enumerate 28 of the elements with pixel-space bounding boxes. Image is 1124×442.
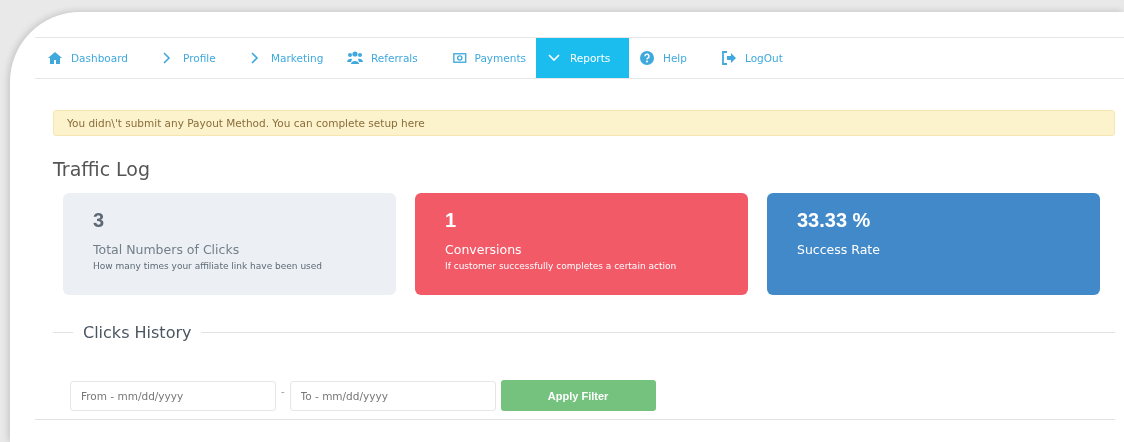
stat-label: Total Numbers of Clicks	[93, 242, 241, 257]
stat-value: 3	[93, 209, 106, 232]
question-circle-icon	[639, 50, 655, 66]
from-date-field[interactable]: From - mm/dd/yyyy	[70, 380, 276, 411]
section-title: Clicks History	[83, 323, 192, 342]
stat-value: 1	[445, 209, 458, 232]
to-date-field[interactable]: To - mm/dd/yyyy	[289, 380, 496, 411]
stat-label: Conversions	[445, 242, 523, 257]
banknote-icon	[453, 50, 467, 66]
users-icon	[347, 50, 363, 66]
home-icon	[47, 50, 63, 66]
nav-tab[interactable]: Dashboard	[37, 38, 149, 78]
apply-filter-button[interactable]: Apply Filter	[500, 380, 656, 411]
sign-out-icon	[721, 50, 737, 66]
stat-description: How many times your affiliate link have been used	[93, 261, 324, 271]
nav-tab[interactable]: Marketing	[237, 38, 337, 78]
nav-tab[interactable]: Payments	[443, 38, 536, 78]
nav-tab[interactable]: Reports	[536, 38, 629, 78]
stat-value: 33.33 %	[797, 209, 872, 232]
stat-label: Success Rate	[797, 242, 881, 257]
nav-tab[interactable]: Help	[629, 38, 711, 78]
page-title: Traffic Log	[53, 158, 152, 180]
separator: -	[281, 386, 285, 397]
nav-tab[interactable]: LogOut	[711, 38, 801, 78]
nav-tab[interactable]: Referrals	[337, 38, 443, 78]
stat-description: If customer successfully completes a certain action	[445, 261, 678, 271]
nav-tab[interactable]: Profile	[149, 38, 237, 78]
alert-banner: You didn\'t submit any Payout Method. You can complete setup here	[53, 110, 1115, 136]
